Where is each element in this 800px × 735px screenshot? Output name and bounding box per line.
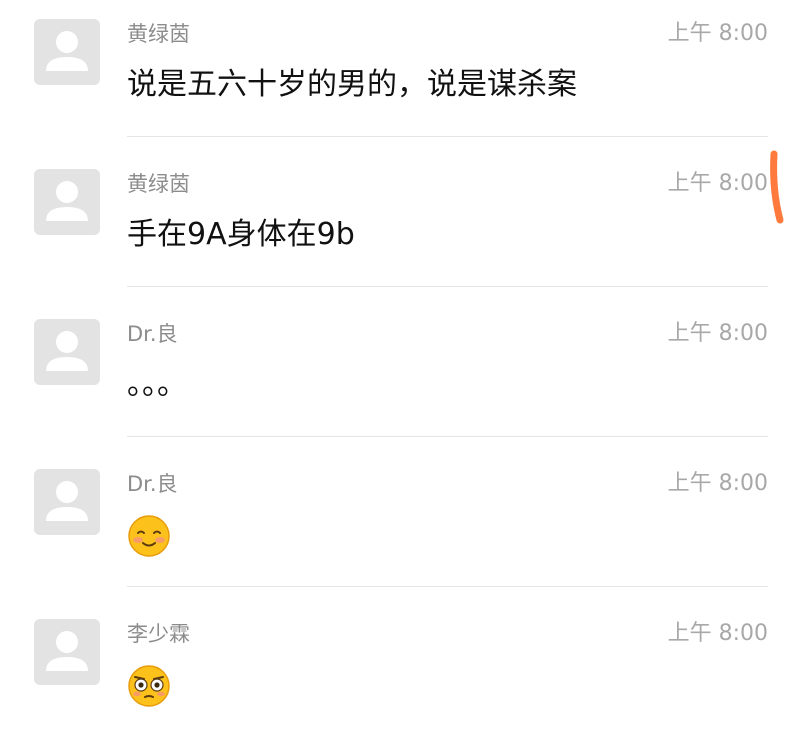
default-user-icon (46, 481, 88, 521)
blushing-smile-emoji (128, 515, 170, 557)
chat-message[interactable]: Dr.良 上午 8:00 。。。 (0, 300, 800, 450)
flushed-face-emoji (128, 665, 170, 707)
default-user-icon (46, 331, 88, 371)
sender-name: 黄绿茵 (127, 22, 190, 46)
message-time: 上午 8:00 (667, 171, 768, 196)
sender-name: Dr.良 (127, 472, 178, 496)
avatar[interactable] (34, 319, 100, 385)
message-text: 。。。 (127, 367, 187, 402)
message-time: 上午 8:00 (667, 471, 768, 496)
message-time: 上午 8:00 (667, 21, 768, 46)
message-divider (127, 286, 768, 287)
sender-name: Dr.良 (127, 322, 178, 346)
chat-message[interactable]: Dr.良 上午 8:00 (0, 450, 800, 600)
chat-message[interactable]: 李少霖 上午 8:00 (0, 600, 800, 735)
default-user-icon (46, 31, 88, 71)
message-divider (127, 136, 768, 137)
avatar[interactable] (34, 619, 100, 685)
default-user-icon (46, 181, 88, 221)
avatar[interactable] (34, 19, 100, 85)
chat-message[interactable]: 黄绿茵 上午 8:00 手在9A身体在9b (0, 150, 800, 300)
default-user-icon (46, 631, 88, 671)
sender-name: 黄绿茵 (127, 172, 190, 196)
chat-message-list[interactable]: 黄绿茵 上午 8:00 说是五六十岁的男的，说是谋杀案 黄绿茵 上午 8:00 … (0, 0, 800, 735)
message-divider (127, 586, 768, 587)
message-text: 说是五六十岁的男的，说是谋杀案 (127, 67, 577, 102)
avatar[interactable] (34, 469, 100, 535)
message-time: 上午 8:00 (667, 321, 768, 346)
message-divider (127, 436, 768, 437)
chat-message[interactable]: 黄绿茵 上午 8:00 说是五六十岁的男的，说是谋杀案 (0, 0, 800, 150)
sender-name: 李少霖 (127, 622, 190, 646)
scroll-indicator[interactable] (768, 150, 792, 226)
message-time: 上午 8:00 (667, 621, 768, 646)
avatar[interactable] (34, 169, 100, 235)
message-text: 手在9A身体在9b (127, 217, 355, 252)
